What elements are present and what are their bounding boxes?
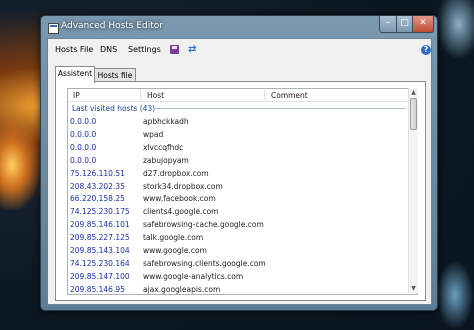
scroll-thumb[interactable] — [410, 98, 417, 130]
client-area: Hosts File DNS Settings ⇄ ? Assistent Ho… — [47, 38, 432, 305]
row-ip: 74.125.230.164 — [70, 258, 130, 268]
row-host: apbhckkadh — [143, 117, 189, 126]
row-ip: 0.0.0.0 — [70, 142, 97, 152]
maximize-button[interactable]: □ — [396, 16, 413, 33]
group-divider — [154, 108, 406, 109]
row-ip: 66.220.158.25 — [70, 194, 125, 204]
vertical-scrollbar[interactable]: ▲ ▼ — [408, 88, 418, 293]
table-row[interactable]: 0.0.0.0 wpad — [68, 130, 417, 142]
row-host: safebrowsing-cache.google.com — [143, 220, 264, 230]
row-host: d27.dropbox.com — [143, 168, 209, 178]
table-row[interactable]: 209.85.143.104 www.google.com — [68, 246, 417, 258]
column-host[interactable]: Host — [147, 91, 164, 100]
table-row[interactable]: 0.0.0.0 apbhckkadh — [68, 117, 417, 129]
close-button[interactable]: ✕ — [412, 16, 434, 33]
tab-panel: IP Host Comment Last visited hosts (43) … — [55, 81, 426, 301]
row-ip: 0.0.0.0 — [70, 129, 97, 139]
app-window: Advanced Hosts Editor – □ ✕ Hosts File D… — [40, 15, 438, 311]
table-row[interactable]: 209.85.146.101 safebrowsing-cache.google.… — [68, 220, 417, 232]
row-ip: 209.85.146.95 — [70, 284, 125, 294]
list-header: IP Host Comment — [68, 89, 417, 102]
row-ip: 208.43.202.35 — [70, 181, 125, 191]
table-row[interactable]: 75.126.110.51 d27.dropbox.com — [68, 169, 417, 181]
table-row[interactable]: 74.125.230.175 clients4.google.com — [68, 207, 417, 219]
menu-settings[interactable]: Settings — [128, 45, 161, 54]
row-host: ajax.googleapis.com — [143, 284, 221, 294]
table-row[interactable]: 209.85.227.125 talk.google.com — [68, 233, 417, 245]
column-comment[interactable]: Comment — [271, 91, 308, 100]
scroll-down-icon[interactable]: ▼ — [409, 284, 418, 293]
row-ip: 75.126.110.51 — [70, 168, 125, 178]
minimize-button[interactable]: – — [379, 16, 397, 33]
tab-assistent[interactable]: Assistent — [55, 66, 95, 83]
row-ip: 0.0.0.0 — [70, 155, 97, 165]
row-ip: 209.85.146.101 — [70, 220, 130, 230]
row-ip: 209.85.227.125 — [70, 233, 130, 243]
refresh-icon[interactable]: ⇄ — [188, 44, 199, 55]
scroll-up-icon[interactable]: ▲ — [409, 88, 418, 97]
menu-hosts-file[interactable]: Hosts File — [55, 45, 93, 54]
row-host: zabujopyam — [143, 155, 189, 165]
row-host: talk.google.com — [143, 233, 204, 243]
table-row[interactable]: 208.43.202.35 stork34.dropbox.com — [68, 182, 417, 194]
row-host: stork34.dropbox.com — [143, 181, 223, 191]
row-host: xlvccqfhdc — [143, 142, 184, 152]
column-ip[interactable]: IP — [73, 91, 80, 100]
window-title: Advanced Hosts Editor — [61, 21, 163, 31]
row-ip: 209.85.143.104 — [70, 246, 130, 255]
table-row[interactable]: 74.125.230.164 safebrowsing.clients.googl… — [68, 259, 417, 271]
title-bar[interactable]: Advanced Hosts Editor – □ ✕ — [41, 16, 437, 39]
group-header[interactable]: Last visited hosts (43) — [72, 104, 155, 113]
menu-bar: Hosts File DNS Settings ⇄ ? — [48, 39, 431, 57]
row-ip: 74.125.230.175 — [70, 207, 130, 217]
row-host: clients4.google.com — [143, 207, 219, 217]
row-host: www.google.com — [143, 246, 207, 255]
table-row[interactable]: 0.0.0.0 xlvccqfhdc — [68, 143, 417, 155]
table-row[interactable]: 209.85.147.100 www.google-analytics.com — [68, 272, 417, 284]
save-icon[interactable] — [169, 44, 180, 55]
table-row[interactable]: 66.220.158.25 www.facebook.com — [68, 194, 417, 206]
row-host: wpad — [143, 129, 164, 139]
table-row[interactable]: 0.0.0.0 zabujopyam — [68, 156, 417, 168]
row-host: safebrowsing.clients.google.com — [143, 258, 266, 268]
menu-dns[interactable]: DNS — [100, 45, 117, 54]
app-icon — [48, 23, 59, 34]
row-ip: 0.0.0.0 — [70, 117, 97, 126]
hosts-list[interactable]: IP Host Comment Last visited hosts (43) … — [67, 88, 418, 295]
table-row[interactable]: 209.85.146.95 ajax.googleapis.com — [68, 284, 417, 294]
row-ip: 209.85.147.100 — [70, 271, 130, 281]
row-host: www.google-analytics.com — [143, 271, 244, 281]
help-icon[interactable]: ? — [421, 45, 431, 55]
row-host: www.facebook.com — [143, 194, 216, 204]
